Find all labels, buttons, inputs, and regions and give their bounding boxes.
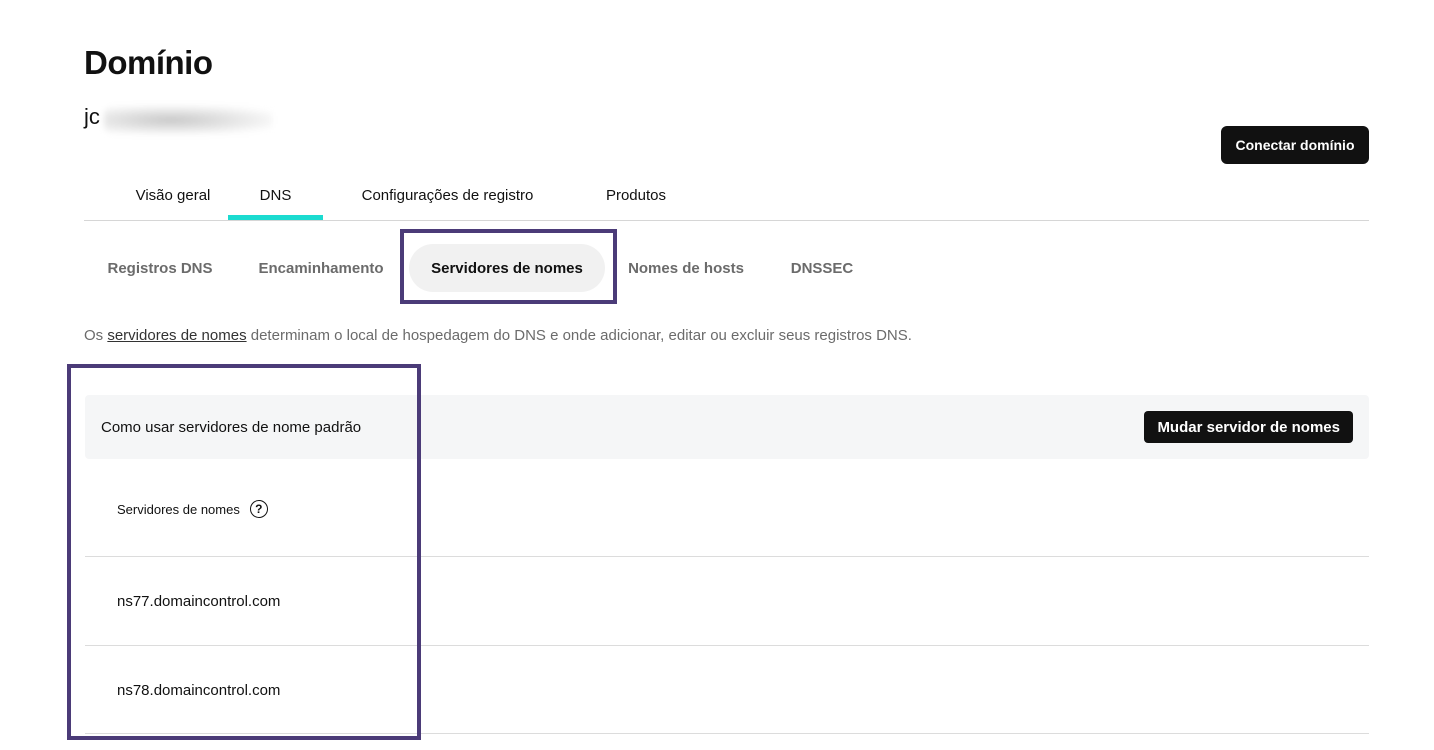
nameservers-header: Servidores de nomes ? (117, 500, 268, 518)
description-prefix: Os (84, 327, 104, 344)
connect-domain-button[interactable]: Conectar domínio (1221, 126, 1369, 164)
nameserver-value: ns77.domaincontrol.com (117, 593, 281, 610)
tab-products[interactable]: Produtos (604, 170, 668, 220)
subtab-hostnames[interactable]: Nomes de hosts (624, 244, 748, 292)
tab-overview[interactable]: Visão geral (117, 170, 229, 220)
tab-registration-settings[interactable]: Configurações de registro (355, 170, 540, 220)
main-tabs: Visão geral DNS Configurações de registr… (84, 170, 1369, 221)
page-title: Domínio (84, 44, 213, 81)
nameservers-description: Os servidores de nomes determinam o loca… (84, 327, 912, 344)
dns-sub-tabs: Registros DNS Encaminhamento Servidores … (84, 244, 984, 294)
domain-name-redaction (104, 106, 272, 134)
subtab-dnssec[interactable]: DNSSEC (782, 244, 862, 292)
default-nameservers-bar: Como usar servidores de nome padrão Muda… (85, 395, 1369, 459)
change-nameservers-button[interactable]: Mudar servidor de nomes (1144, 411, 1353, 443)
default-nameservers-label: Como usar servidores de nome padrão (101, 419, 362, 436)
description-suffix: determinam o local de hospedagem do DNS … (250, 327, 912, 344)
nameserver-row: ns78.domaincontrol.com (85, 645, 1369, 734)
subtab-forwarding[interactable]: Encaminhamento (250, 244, 392, 292)
nameserver-row: ns77.domaincontrol.com (85, 556, 1369, 645)
nameservers-help-link[interactable]: servidores de nomes (107, 327, 246, 344)
domain-name: jc (84, 104, 100, 129)
help-circle-icon[interactable]: ? (249, 500, 268, 518)
domain-page: Domínio jc Conectar domínio Visão geral … (0, 0, 1434, 750)
subtab-nameservers[interactable]: Servidores de nomes (409, 244, 605, 292)
tab-dns[interactable]: DNS (228, 170, 323, 220)
nameserver-value: ns78.domaincontrol.com (117, 682, 281, 699)
nameservers-header-label: Servidores de nomes (117, 501, 240, 517)
subtab-dns-records[interactable]: Registros DNS (100, 244, 220, 292)
